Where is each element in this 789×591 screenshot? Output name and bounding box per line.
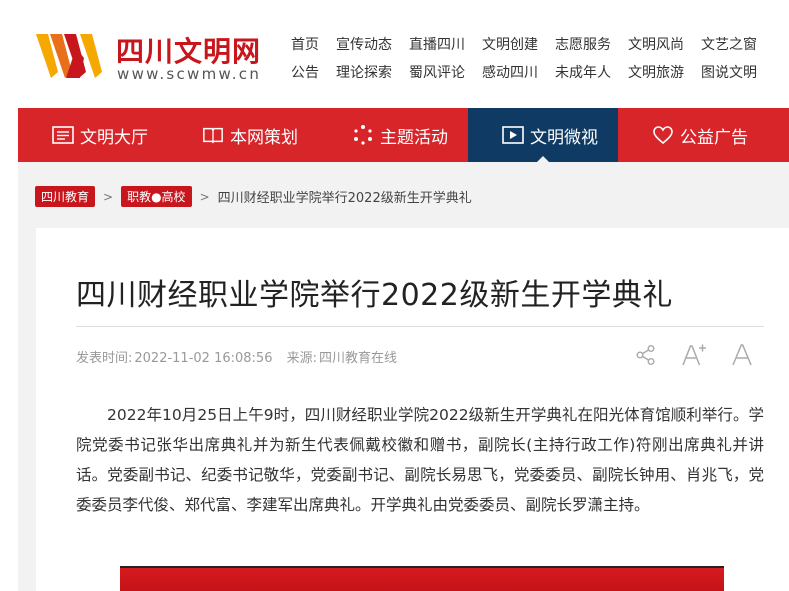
site-name: 四川文明网 <box>116 35 262 68</box>
top-nav-link-theory[interactable]: 理论探索 <box>336 62 392 82</box>
top-nav-link-creation[interactable]: 文明创建 <box>482 34 538 54</box>
font-increase-icon[interactable] <box>679 340 709 370</box>
breadcrumb-current: 四川财经职业学院举行2022级新生开学典礼 <box>217 191 472 206</box>
main-nav-label: 文明微视 <box>530 127 598 148</box>
top-nav-link-minors[interactable]: 未成年人 <box>555 62 611 82</box>
main-nav-item-more[interactable] <box>768 108 789 162</box>
main-nav-label: 本网策划 <box>230 127 298 148</box>
share-icon[interactable] <box>631 340 661 370</box>
article-body: 2022年10月25日上午9时，四川财经职业学院2022级新生开学典礼在阳光体育… <box>76 406 764 514</box>
top-nav-link-tourism[interactable]: 文明旅游 <box>628 62 684 82</box>
main-nav-item-ads[interactable]: 公益广告 <box>618 108 768 162</box>
main-nav-item-planning[interactable]: 本网策划 <box>168 108 318 162</box>
top-nav-link-style[interactable]: 文明风尚 <box>628 34 684 54</box>
article-card: 四川财经职业学院举行2022级新生开学典礼 发表时间: 2022-11-02 16… <box>36 228 789 591</box>
article-title: 四川财经职业学院举行2022级新生开学典礼 <box>76 278 673 313</box>
video-play-icon <box>502 124 524 146</box>
main-nav-label: 文明大厅 <box>80 127 148 148</box>
top-nav-link-home[interactable]: 首页 <box>291 34 319 54</box>
article-tools <box>631 340 757 370</box>
top-nav-link-commentary[interactable]: 蜀风评论 <box>409 62 465 82</box>
logo-mark-icon <box>36 34 102 78</box>
publish-label: 发表时间: <box>76 351 133 366</box>
top-nav-link-volunteer[interactable]: 志愿服务 <box>555 34 611 54</box>
top-nav-link-news[interactable]: 宣传动态 <box>336 34 392 54</box>
top-nav-link-notice[interactable]: 公告 <box>291 62 319 82</box>
sparkle-icon <box>352 124 374 146</box>
breadcrumb-link-education[interactable]: 四川教育 <box>35 186 96 207</box>
top-nav-link-touching[interactable]: 感动四川 <box>482 62 538 82</box>
breadcrumb: 四川教育 > 职教●高校 > 四川财经职业学院举行2022级新生开学典礼 <box>35 186 472 207</box>
top-nav-link-pictures[interactable]: 图说文明 <box>701 62 757 82</box>
font-decrease-icon[interactable] <box>727 340 757 370</box>
title-divider <box>76 326 764 327</box>
top-nav-row-2: 公告 理论探索 蜀风评论 感动四川 未成年人 文明旅游 图说文明 <box>291 58 789 86</box>
main-nav-item-activities[interactable]: 主题活动 <box>318 108 468 162</box>
site-url: www.scwmw.cn <box>117 65 262 83</box>
main-nav-label: 公益广告 <box>680 127 748 148</box>
book-icon <box>202 124 224 146</box>
breadcrumb-link-vocational[interactable]: 职教●高校 <box>121 186 192 207</box>
main-nav-label: 主题活动 <box>380 127 448 148</box>
main-nav-item-video[interactable]: 文明微视 <box>468 108 618 162</box>
heart-hands-icon <box>652 124 674 146</box>
publish-time: 2022-11-02 16:08:56 <box>134 351 273 366</box>
main-nav: 文明大厅 本网策划 主题活动 文明微视 公益广告 <box>18 108 789 162</box>
breadcrumb-separator: > <box>199 189 210 204</box>
site-logo[interactable]: 四川文明网 www.scwmw.cn <box>36 28 286 88</box>
article-meta: 发表时间: 2022-11-02 16:08:56 来源: 四川教育在线 <box>76 347 407 366</box>
top-nav: 首页 宣传动态 直播四川 文明创建 志愿服务 文明风尚 文艺之窗 公告 理论探索… <box>291 30 789 86</box>
source-label: 来源: <box>286 351 317 366</box>
breadcrumb-separator: > <box>103 189 114 204</box>
main-nav-item-hall[interactable]: 文明大厅 <box>18 108 168 162</box>
site-header: 四川文明网 www.scwmw.cn 首页 宣传动态 直播四川 文明创建 志愿服… <box>0 0 789 108</box>
article-photo <box>120 566 724 591</box>
top-nav-link-arts[interactable]: 文艺之窗 <box>701 34 757 54</box>
top-nav-link-live[interactable]: 直播四川 <box>409 34 465 54</box>
hall-icon <box>52 124 74 146</box>
top-nav-row-1: 首页 宣传动态 直播四川 文明创建 志愿服务 文明风尚 文艺之窗 <box>291 30 789 58</box>
source-value: 四川教育在线 <box>319 351 398 366</box>
